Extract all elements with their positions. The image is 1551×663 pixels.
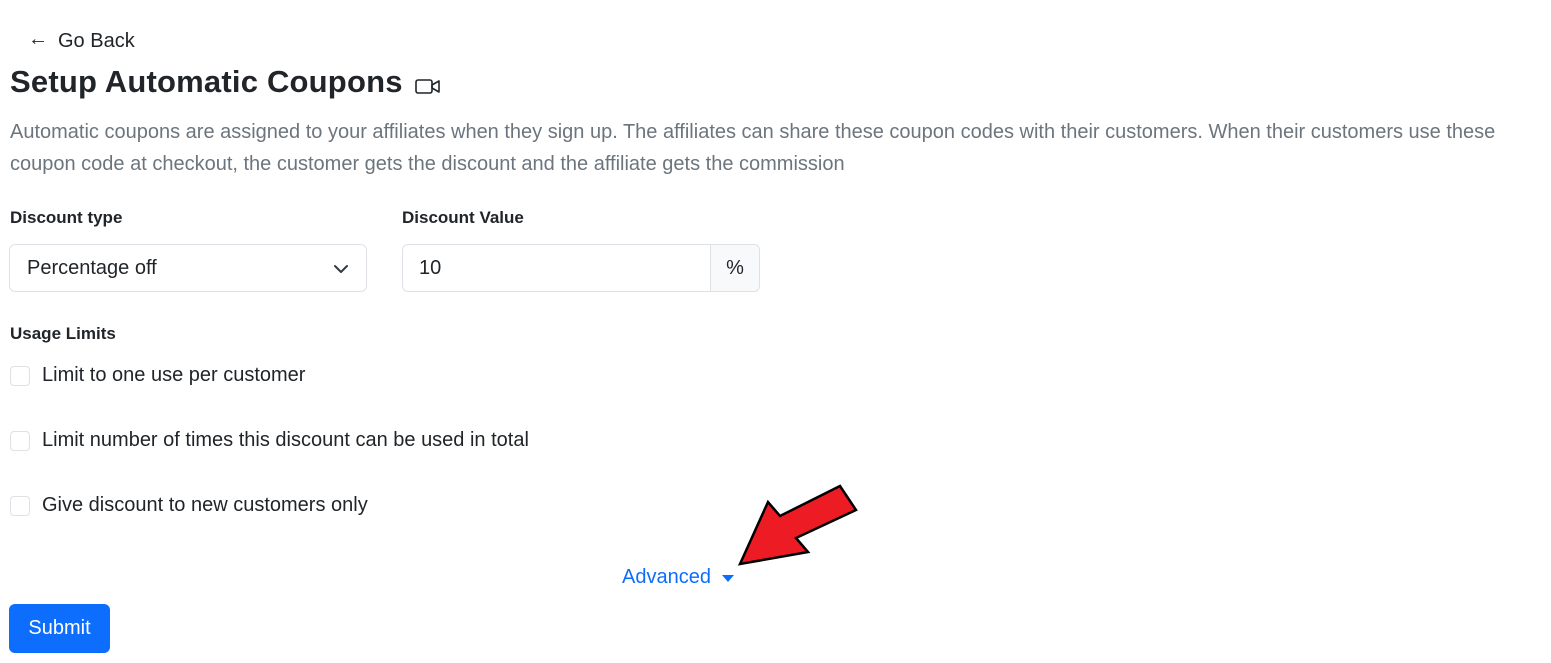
discount-type-select[interactable]: Percentage off — [9, 244, 367, 292]
usage-limits-label: Usage Limits — [10, 324, 116, 343]
new-customers-only-label: Give discount to new customers only — [42, 494, 368, 516]
advanced-label: Advanced — [622, 566, 711, 588]
page-title: Setup Automatic Coupons — [10, 64, 403, 99]
go-back-label: Go Back — [58, 29, 135, 52]
discount-value-input[interactable] — [402, 244, 710, 292]
limit-total-uses-label: Limit number of times this discount can … — [42, 429, 529, 451]
discount-type-label: Discount type — [10, 208, 123, 227]
advanced-toggle[interactable]: Advanced — [622, 566, 735, 589]
submit-button[interactable]: Submit — [9, 604, 110, 653]
discount-value-group: % — [402, 244, 760, 292]
limit-one-use-option[interactable]: Limit to one use per customer — [10, 364, 305, 387]
video-camera-icon[interactable] — [414, 77, 441, 95]
chevron-down-icon — [333, 260, 349, 283]
discount-type-selected: Percentage off — [27, 256, 157, 279]
percent-suffix: % — [710, 244, 760, 292]
page-description: Automatic coupons are assigned to your a… — [10, 121, 1496, 175]
page-header: Setup Automatic Coupons — [10, 64, 441, 100]
go-back-link[interactable]: ← Go Back — [28, 27, 135, 55]
limit-total-uses-checkbox[interactable] — [10, 430, 30, 451]
limit-total-uses-option[interactable]: Limit number of times this discount can … — [10, 429, 529, 452]
limit-one-use-label: Limit to one use per customer — [42, 364, 306, 386]
discount-value-label: Discount Value — [402, 208, 524, 227]
red-arrow-annotation-icon — [737, 484, 858, 566]
new-customers-only-checkbox[interactable] — [10, 495, 30, 516]
back-arrow-icon: ← — [28, 28, 48, 50]
new-customers-only-option[interactable]: Give discount to new customers only — [10, 494, 368, 517]
limit-one-use-checkbox[interactable] — [10, 365, 30, 386]
